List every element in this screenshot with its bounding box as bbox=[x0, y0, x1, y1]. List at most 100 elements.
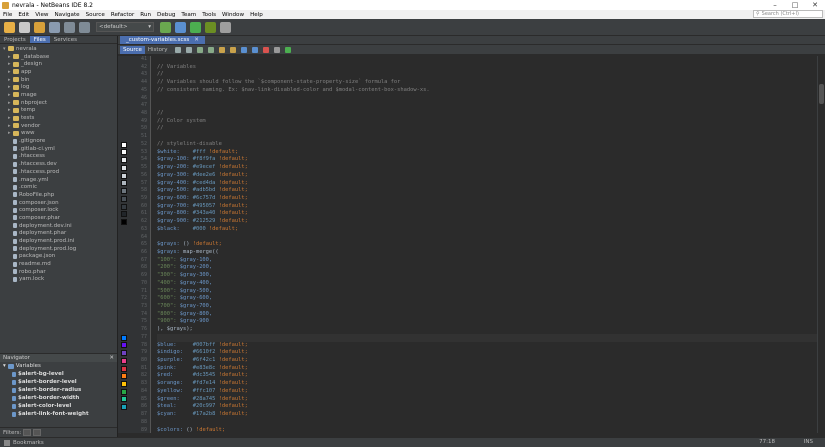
menu-source[interactable]: Source bbox=[86, 12, 105, 18]
color-swatch[interactable] bbox=[120, 396, 127, 403]
menu-view[interactable]: View bbox=[35, 12, 48, 18]
editor-scrollbar[interactable] bbox=[817, 56, 825, 433]
color-swatch[interactable] bbox=[120, 373, 127, 380]
menu-debug[interactable]: Debug bbox=[157, 12, 175, 18]
tree-file[interactable]: composer.json bbox=[0, 199, 117, 207]
color-swatch[interactable] bbox=[120, 157, 127, 164]
tree-folder[interactable]: ▸ app bbox=[0, 68, 117, 76]
clean-build-icon[interactable] bbox=[175, 21, 186, 33]
forward-icon[interactable] bbox=[186, 46, 193, 53]
comment-icon[interactable] bbox=[285, 46, 292, 53]
back-icon[interactable] bbox=[175, 46, 182, 53]
tree-file[interactable]: .htaccess.dev bbox=[0, 160, 117, 168]
tree-folder[interactable]: ▸ _database bbox=[0, 53, 117, 61]
open-project-icon[interactable] bbox=[34, 21, 45, 33]
editor-tab[interactable]: _custom-variables.scss ✕ bbox=[120, 36, 205, 44]
next-bookmark-icon[interactable] bbox=[230, 46, 237, 53]
menu-help[interactable]: Help bbox=[250, 12, 263, 18]
record-macro-icon[interactable] bbox=[263, 46, 270, 53]
tree-file[interactable]: readme.md bbox=[0, 260, 117, 268]
filter-button[interactable] bbox=[23, 429, 32, 436]
run-icon[interactable] bbox=[190, 21, 201, 33]
scroll-thumb[interactable] bbox=[819, 84, 824, 104]
tree-folder[interactable]: ▸ mage bbox=[0, 91, 117, 99]
tree-file[interactable]: .gitlab-ci.yml bbox=[0, 145, 117, 153]
tree-folder[interactable]: ▸ log bbox=[0, 83, 117, 91]
color-swatch[interactable] bbox=[120, 149, 127, 156]
new-file-icon[interactable] bbox=[19, 21, 30, 33]
tree-file[interactable]: RoboFile.php bbox=[0, 191, 117, 199]
shift-left-icon[interactable] bbox=[241, 46, 248, 53]
history-button[interactable]: History bbox=[145, 46, 171, 54]
tree-file[interactable]: deployment.prod.ini bbox=[0, 237, 117, 245]
color-swatch[interactable] bbox=[120, 141, 127, 148]
configuration-select[interactable]: <default> ▾ bbox=[96, 22, 154, 32]
color-swatch[interactable] bbox=[120, 188, 127, 195]
color-swatch[interactable] bbox=[120, 342, 127, 349]
tree-file[interactable]: .htaccess.prod bbox=[0, 168, 117, 176]
menu-run[interactable]: Run bbox=[140, 12, 151, 18]
color-swatch[interactable] bbox=[120, 334, 127, 341]
navigator-item[interactable]: $alert-bg-level bbox=[0, 370, 117, 378]
stop-macro-icon[interactable] bbox=[274, 46, 281, 53]
color-swatch[interactable] bbox=[120, 195, 127, 202]
color-swatch[interactable] bbox=[120, 203, 127, 210]
color-swatch[interactable] bbox=[120, 164, 127, 171]
build-icon[interactable] bbox=[160, 21, 171, 33]
code-text[interactable]: // Variables//// Variables should follow… bbox=[151, 56, 825, 433]
color-swatch[interactable] bbox=[120, 172, 127, 179]
color-swatch[interactable] bbox=[120, 381, 127, 388]
find-next-icon[interactable] bbox=[208, 46, 215, 53]
close-icon[interactable]: ✕ bbox=[805, 1, 825, 9]
color-swatch[interactable] bbox=[120, 404, 127, 411]
bookmarks-button[interactable]: Bookmarks bbox=[4, 439, 44, 446]
undo-icon[interactable] bbox=[64, 21, 75, 33]
tree-folder[interactable]: ▸ www bbox=[0, 130, 117, 138]
color-swatch[interactable] bbox=[120, 388, 127, 395]
tree-folder[interactable]: ▸ nbproject bbox=[0, 99, 117, 107]
navigator-item[interactable]: $alert-link-font-weight bbox=[0, 410, 117, 418]
tree-file[interactable]: .comic bbox=[0, 183, 117, 191]
menu-window[interactable]: Window bbox=[222, 12, 244, 18]
tree-folder[interactable]: ▸ tests bbox=[0, 114, 117, 122]
close-icon[interactable]: ✕ bbox=[109, 355, 114, 361]
menu-refactor[interactable]: Refactor bbox=[111, 12, 134, 18]
color-swatch[interactable] bbox=[120, 211, 127, 218]
color-swatch[interactable] bbox=[120, 365, 127, 372]
tree-folder[interactable]: ▸ temp bbox=[0, 107, 117, 115]
tree-file[interactable]: deployment.dev.ini bbox=[0, 222, 117, 230]
tree-file[interactable]: deployment.prod.log bbox=[0, 245, 117, 253]
color-swatch[interactable] bbox=[120, 350, 127, 357]
menu-edit[interactable]: Edit bbox=[18, 12, 29, 18]
tree-folder[interactable]: ▸ bin bbox=[0, 76, 117, 84]
menu-file[interactable]: File bbox=[3, 12, 12, 18]
navigator-item[interactable]: $alert-border-width bbox=[0, 394, 117, 402]
shift-right-icon[interactable] bbox=[252, 46, 259, 53]
tree-file[interactable]: .gitignore bbox=[0, 137, 117, 145]
tree-file[interactable]: .mage.yml bbox=[0, 176, 117, 184]
tree-folder[interactable]: ▸ vendor bbox=[0, 122, 117, 130]
new-project-icon[interactable] bbox=[4, 21, 15, 33]
tab-projects[interactable]: Projects bbox=[0, 36, 30, 43]
tab-files[interactable]: Files bbox=[29, 36, 50, 43]
tree-file[interactable]: .htaccess bbox=[0, 153, 117, 161]
source-button[interactable]: Source bbox=[120, 45, 145, 54]
menu-tools[interactable]: Tools bbox=[202, 12, 216, 18]
navigator-group[interactable]: ▾ Variables bbox=[0, 362, 117, 370]
tree-file[interactable]: yarn.lock bbox=[0, 276, 117, 284]
tree-file[interactable]: composer.phar bbox=[0, 214, 117, 222]
navigator-item[interactable]: $alert-color-level bbox=[0, 402, 117, 410]
color-swatch[interactable] bbox=[120, 180, 127, 187]
find-icon[interactable] bbox=[197, 46, 204, 53]
navigator-item[interactable]: $alert-border-level bbox=[0, 378, 117, 386]
maximize-icon[interactable]: □ bbox=[785, 1, 805, 9]
tree-file[interactable]: package.json bbox=[0, 253, 117, 261]
color-swatch[interactable] bbox=[120, 357, 127, 364]
tree-file[interactable]: robo.phar bbox=[0, 268, 117, 276]
redo-icon[interactable] bbox=[79, 21, 90, 33]
search-input[interactable]: ⚲ Search (Ctrl+I) bbox=[753, 10, 823, 18]
tree-file[interactable]: composer.lock bbox=[0, 206, 117, 214]
tree-folder[interactable]: ▾ nevrala bbox=[0, 45, 117, 53]
profile-icon[interactable] bbox=[220, 21, 231, 33]
tab-services[interactable]: Services bbox=[50, 36, 81, 43]
